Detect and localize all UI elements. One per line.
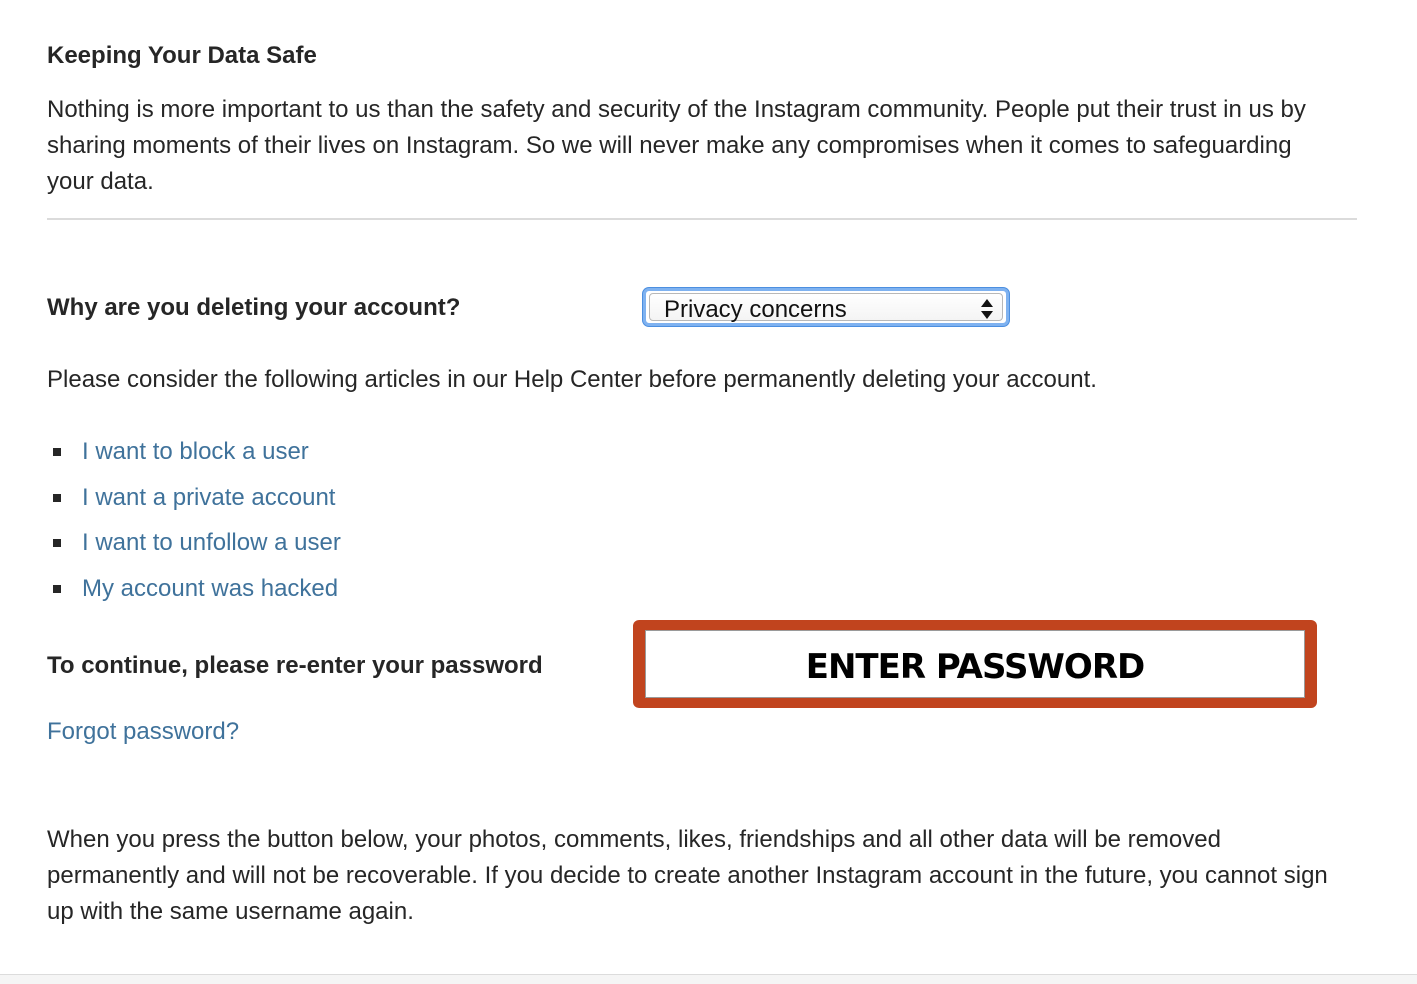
bullet-icon [53, 448, 61, 456]
reason-label: Why are you deleting your account? [47, 294, 461, 321]
password-overlay-label: ENTER PASSWORD [805, 647, 1145, 687]
intro-paragraph: Nothing is more important to us than the… [47, 96, 1306, 195]
bullet-icon [53, 493, 61, 502]
article-link-unfollow-user[interactable]: I want to unfollow a user [82, 525, 341, 561]
password-overlay-text: ENTER PASSWORD [646, 647, 1304, 687]
article-link-block-user[interactable]: I want to block a user [82, 434, 309, 470]
password-input[interactable]: ENTER PASSWORD [645, 630, 1305, 698]
select-arrows-icon [981, 299, 993, 319]
article-link-account-hacked[interactable]: My account was hacked [82, 571, 338, 607]
password-label: To continue, please re-enter your passwo… [47, 652, 543, 679]
section-title: Keeping Your Data Safe [47, 42, 317, 69]
forgot-password-link[interactable]: Forgot password? [47, 716, 239, 748]
reason-select[interactable]: Privacy concerns [643, 288, 1009, 326]
divider [47, 218, 1357, 220]
deletion-warning: When you press the button below, your ph… [47, 826, 1328, 925]
article-link-private-account[interactable]: I want a private account [82, 480, 335, 516]
bullet-icon [53, 539, 61, 547]
reason-select-value: Privacy concerns [664, 296, 847, 323]
password-highlight-frame: ENTER PASSWORD [633, 620, 1317, 708]
help-center-text: Please consider the following articles i… [47, 366, 1097, 393]
reason-select-box[interactable]: Privacy concerns [649, 293, 1003, 323]
bullet-icon [53, 584, 61, 593]
